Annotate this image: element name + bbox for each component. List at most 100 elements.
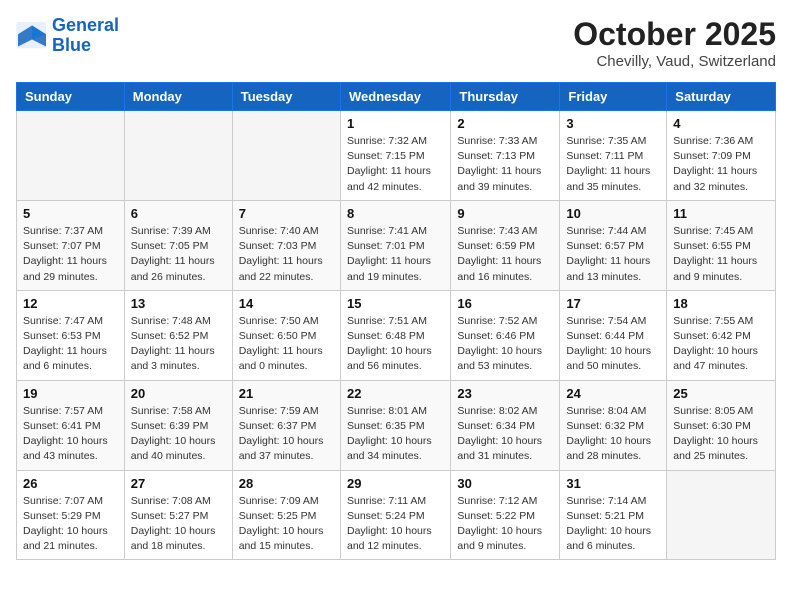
day-number: 31 xyxy=(566,476,660,491)
day-info: Sunrise: 7:48 AM Sunset: 6:52 PM Dayligh… xyxy=(131,314,226,375)
calendar-cell xyxy=(17,111,125,201)
weekday-header-monday: Monday xyxy=(124,83,232,111)
day-info: Sunrise: 7:39 AM Sunset: 7:05 PM Dayligh… xyxy=(131,224,226,285)
day-number: 8 xyxy=(347,206,444,221)
week-row-5: 26 Sunrise: 7:07 AM Sunset: 5:29 PM Dayli… xyxy=(17,470,776,560)
logo-icon xyxy=(16,22,48,50)
title-area: October 2025 Chevilly, Vaud, Switzerland xyxy=(573,16,776,70)
day-number: 26 xyxy=(23,476,118,491)
day-info: Sunrise: 7:47 AM Sunset: 6:53 PM Dayligh… xyxy=(23,314,118,375)
logo: General Blue xyxy=(16,16,119,56)
calendar-cell: 24 Sunrise: 8:04 AM Sunset: 6:32 PM Dayli… xyxy=(560,380,667,470)
day-info: Sunrise: 8:01 AM Sunset: 6:35 PM Dayligh… xyxy=(347,404,444,465)
day-info: Sunrise: 7:12 AM Sunset: 5:22 PM Dayligh… xyxy=(457,494,553,555)
day-info: Sunrise: 8:04 AM Sunset: 6:32 PM Dayligh… xyxy=(566,404,660,465)
day-info: Sunrise: 7:44 AM Sunset: 6:57 PM Dayligh… xyxy=(566,224,660,285)
day-number: 23 xyxy=(457,386,553,401)
day-number: 17 xyxy=(566,296,660,311)
day-info: Sunrise: 7:58 AM Sunset: 6:39 PM Dayligh… xyxy=(131,404,226,465)
day-info: Sunrise: 7:37 AM Sunset: 7:07 PM Dayligh… xyxy=(23,224,118,285)
weekday-header-row: SundayMondayTuesdayWednesdayThursdayFrid… xyxy=(17,83,776,111)
calendar-cell: 28 Sunrise: 7:09 AM Sunset: 5:25 PM Dayli… xyxy=(232,470,340,560)
calendar-cell: 23Sunrise: 8:02 AM Sunset: 6:34 PM Dayli… xyxy=(451,380,560,470)
week-row-4: 19 Sunrise: 7:57 AM Sunset: 6:41 PM Dayli… xyxy=(17,380,776,470)
day-info: Sunrise: 7:14 AM Sunset: 5:21 PM Dayligh… xyxy=(566,494,660,555)
calendar-cell xyxy=(232,111,340,201)
day-number: 21 xyxy=(239,386,334,401)
day-number: 6 xyxy=(131,206,226,221)
calendar-cell: 3 Sunrise: 7:35 AM Sunset: 7:11 PM Daylig… xyxy=(560,111,667,201)
day-number: 24 xyxy=(566,386,660,401)
calendar-cell: 26 Sunrise: 7:07 AM Sunset: 5:29 PM Dayli… xyxy=(17,470,125,560)
day-info: Sunrise: 7:57 AM Sunset: 6:41 PM Dayligh… xyxy=(23,404,118,465)
day-number: 19 xyxy=(23,386,118,401)
location-subtitle: Chevilly, Vaud, Switzerland xyxy=(573,53,776,70)
day-number: 25 xyxy=(673,386,769,401)
day-number: 20 xyxy=(131,386,226,401)
weekday-header-tuesday: Tuesday xyxy=(232,83,340,111)
day-info: Sunrise: 7:36 AM Sunset: 7:09 PM Dayligh… xyxy=(673,134,769,195)
day-info: Sunrise: 7:51 AM Sunset: 6:48 PM Dayligh… xyxy=(347,314,444,375)
day-number: 29 xyxy=(347,476,444,491)
day-info: Sunrise: 8:05 AM Sunset: 6:30 PM Dayligh… xyxy=(673,404,769,465)
day-info: Sunrise: 7:43 AM Sunset: 6:59 PM Dayligh… xyxy=(457,224,553,285)
day-number: 22 xyxy=(347,386,444,401)
calendar-cell: 11Sunrise: 7:45 AM Sunset: 6:55 PM Dayli… xyxy=(667,200,776,290)
week-row-2: 5Sunrise: 7:37 AM Sunset: 7:07 PM Daylig… xyxy=(17,200,776,290)
day-number: 14 xyxy=(239,296,334,311)
day-info: Sunrise: 7:40 AM Sunset: 7:03 PM Dayligh… xyxy=(239,224,334,285)
day-info: Sunrise: 7:35 AM Sunset: 7:11 PM Dayligh… xyxy=(566,134,660,195)
day-number: 12 xyxy=(23,296,118,311)
day-info: Sunrise: 7:33 AM Sunset: 7:13 PM Dayligh… xyxy=(457,134,553,195)
day-number: 11 xyxy=(673,206,769,221)
day-number: 9 xyxy=(457,206,553,221)
calendar-cell: 5Sunrise: 7:37 AM Sunset: 7:07 PM Daylig… xyxy=(17,200,125,290)
calendar-cell: 18 Sunrise: 7:55 AM Sunset: 6:42 PM Dayli… xyxy=(667,290,776,380)
calendar-cell: 25 Sunrise: 8:05 AM Sunset: 6:30 PM Dayli… xyxy=(667,380,776,470)
weekday-header-thursday: Thursday xyxy=(451,83,560,111)
day-number: 2 xyxy=(457,116,553,131)
calendar-cell: 20 Sunrise: 7:58 AM Sunset: 6:39 PM Dayli… xyxy=(124,380,232,470)
day-info: Sunrise: 7:08 AM Sunset: 5:27 PM Dayligh… xyxy=(131,494,226,555)
calendar-cell: 1Sunrise: 7:32 AM Sunset: 7:15 PM Daylig… xyxy=(340,111,450,201)
calendar-cell: 29 Sunrise: 7:11 AM Sunset: 5:24 PM Dayli… xyxy=(340,470,450,560)
day-number: 18 xyxy=(673,296,769,311)
calendar-cell: 2 Sunrise: 7:33 AM Sunset: 7:13 PM Daylig… xyxy=(451,111,560,201)
day-info: Sunrise: 7:11 AM Sunset: 5:24 PM Dayligh… xyxy=(347,494,444,555)
calendar-cell: 4Sunrise: 7:36 AM Sunset: 7:09 PM Daylig… xyxy=(667,111,776,201)
calendar-cell: 9 Sunrise: 7:43 AM Sunset: 6:59 PM Daylig… xyxy=(451,200,560,290)
day-info: Sunrise: 7:59 AM Sunset: 6:37 PM Dayligh… xyxy=(239,404,334,465)
day-number: 10 xyxy=(566,206,660,221)
day-number: 7 xyxy=(239,206,334,221)
page-header: General Blue October 2025 Chevilly, Vaud… xyxy=(16,16,776,70)
day-number: 28 xyxy=(239,476,334,491)
day-number: 16 xyxy=(457,296,553,311)
day-number: 27 xyxy=(131,476,226,491)
day-info: Sunrise: 7:50 AM Sunset: 6:50 PM Dayligh… xyxy=(239,314,334,375)
calendar-cell: 21 Sunrise: 7:59 AM Sunset: 6:37 PM Dayli… xyxy=(232,380,340,470)
calendar-cell xyxy=(124,111,232,201)
calendar-cell: 7 Sunrise: 7:40 AM Sunset: 7:03 PM Daylig… xyxy=(232,200,340,290)
day-info: Sunrise: 7:41 AM Sunset: 7:01 PM Dayligh… xyxy=(347,224,444,285)
calendar-cell: 19 Sunrise: 7:57 AM Sunset: 6:41 PM Dayli… xyxy=(17,380,125,470)
week-row-1: 1Sunrise: 7:32 AM Sunset: 7:15 PM Daylig… xyxy=(17,111,776,201)
day-number: 13 xyxy=(131,296,226,311)
day-info: Sunrise: 7:52 AM Sunset: 6:46 PM Dayligh… xyxy=(457,314,553,375)
calendar-cell: 31 Sunrise: 7:14 AM Sunset: 5:21 PM Dayli… xyxy=(560,470,667,560)
calendar-table: SundayMondayTuesdayWednesdayThursdayFrid… xyxy=(16,82,776,560)
day-info: Sunrise: 7:09 AM Sunset: 5:25 PM Dayligh… xyxy=(239,494,334,555)
calendar-cell: 17 Sunrise: 7:54 AM Sunset: 6:44 PM Dayli… xyxy=(560,290,667,380)
day-number: 3 xyxy=(566,116,660,131)
calendar-cell: 22 Sunrise: 8:01 AM Sunset: 6:35 PM Dayli… xyxy=(340,380,450,470)
day-info: Sunrise: 7:07 AM Sunset: 5:29 PM Dayligh… xyxy=(23,494,118,555)
calendar-cell: 16 Sunrise: 7:52 AM Sunset: 6:46 PM Dayli… xyxy=(451,290,560,380)
logo-text: General Blue xyxy=(52,16,119,56)
day-info: Sunrise: 7:54 AM Sunset: 6:44 PM Dayligh… xyxy=(566,314,660,375)
day-info: Sunrise: 7:55 AM Sunset: 6:42 PM Dayligh… xyxy=(673,314,769,375)
weekday-header-wednesday: Wednesday xyxy=(340,83,450,111)
weekday-header-friday: Friday xyxy=(560,83,667,111)
calendar-cell: 10 Sunrise: 7:44 AM Sunset: 6:57 PM Dayli… xyxy=(560,200,667,290)
calendar-cell: 12 Sunrise: 7:47 AM Sunset: 6:53 PM Dayli… xyxy=(17,290,125,380)
month-title: October 2025 xyxy=(573,16,776,53)
day-number: 30 xyxy=(457,476,553,491)
